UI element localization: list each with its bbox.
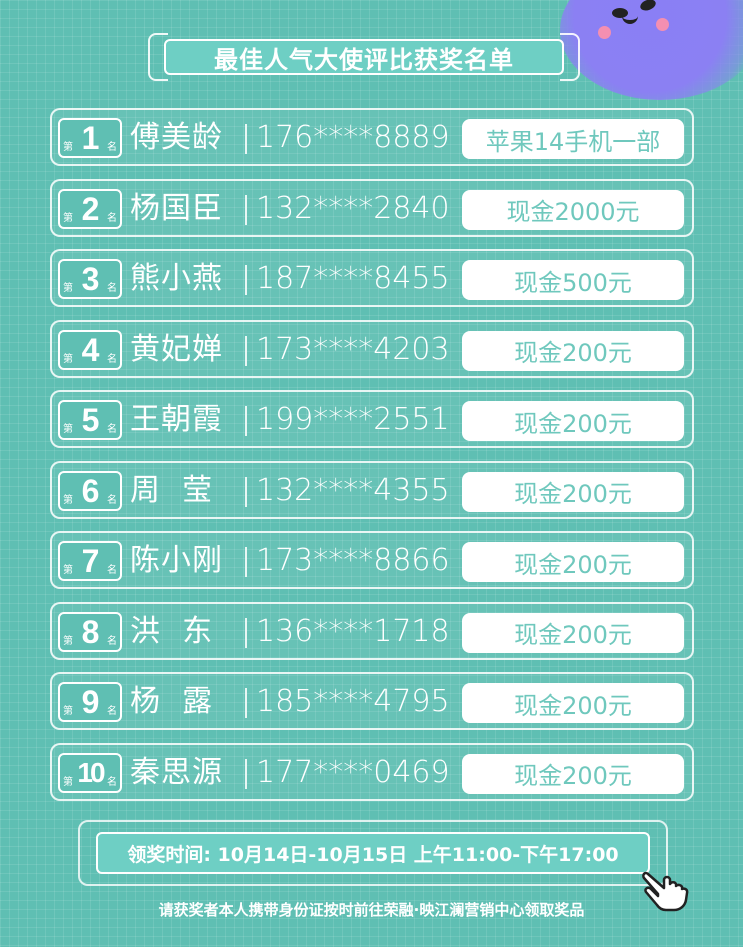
- winner-row: 第 7 名 陈小刚 173****8866 现金200元: [50, 531, 694, 589]
- rank-suffix: 名: [107, 776, 117, 788]
- rank-prefix: 第: [63, 494, 73, 506]
- winner-list: 第 1 名 傅美龄 176****8889 苹果14手机一部 第 2 名 杨国臣…: [50, 108, 694, 813]
- winner-row: 第 10 名 秦思源 177****0469 现金200元: [50, 742, 694, 801]
- rank-number: 2: [81, 190, 100, 227]
- rank-number: 7: [81, 543, 100, 579]
- rank-number: 5: [81, 402, 100, 438]
- winner-name: 熊小燕: [130, 261, 223, 296]
- rank-suffix: 名: [107, 424, 117, 435]
- winner-name: 王朝霞: [130, 402, 223, 437]
- rank-number: 3: [81, 261, 100, 297]
- winner-phone: 173****8866: [256, 543, 450, 578]
- prize-label: 现金500元: [462, 260, 684, 300]
- rank-suffix: 名: [107, 635, 117, 647]
- divider: [245, 476, 247, 507]
- divider: [245, 194, 247, 225]
- rank-suffix: 名: [107, 353, 117, 365]
- divider: [245, 617, 247, 648]
- page-title: 最佳人气大使评比获奖名单: [214, 45, 514, 74]
- winner-phone: 132****4355: [256, 472, 450, 508]
- divider: [245, 265, 247, 295]
- winner-name: 黄妃婵: [130, 331, 223, 367]
- rank-badge: 第 9 名: [58, 682, 122, 722]
- winner-phone: 176****8889: [256, 120, 450, 155]
- winner-row: 第 3 名 熊小燕 187****8455 现金500元: [50, 249, 694, 307]
- rank-badge: 第 3 名: [58, 259, 122, 299]
- winner-row: 第 5 名 王朝霞 199****2551 现金200元: [50, 390, 694, 448]
- rank-prefix: 第: [63, 635, 73, 647]
- winner-row: 第 1 名 傅美龄 176****8889 苹果14手机一部: [50, 108, 694, 166]
- divider: [245, 124, 247, 154]
- rank-badge: 第 4 名: [58, 329, 122, 370]
- rank-prefix: 第: [63, 706, 73, 717]
- claim-time-banner: 领奖时间: 10月14日-10月15日 上午11:00-下午17:00: [78, 820, 668, 886]
- notice-text: 请获奖者本人携带身份证按时前往荣融·映江澜营销中心领取奖品: [158, 901, 585, 919]
- rank-prefix: 第: [63, 142, 73, 153]
- mascot-face-icon: [560, 0, 743, 100]
- winner-phone: 173****4203: [256, 331, 450, 367]
- page-title-banner: 最佳人气大使评比获奖名单: [148, 33, 580, 81]
- divider: [245, 688, 247, 718]
- rank-suffix: 名: [107, 142, 117, 153]
- prize-label: 现金2000元: [462, 189, 684, 230]
- prize-label: 现金200元: [462, 612, 684, 653]
- rank-prefix: 第: [63, 283, 73, 294]
- rank-number: 10: [77, 756, 105, 788]
- prize-label: 苹果14手机一部: [462, 119, 684, 159]
- claim-time: 领奖时间: 10月14日-10月15日 上午11:00-下午17:00: [127, 843, 619, 866]
- winner-phone: 199****2551: [256, 402, 450, 437]
- rank-prefix: 第: [63, 776, 73, 788]
- rank-badge: 第 5 名: [58, 400, 122, 440]
- winner-phone: 136****1718: [256, 613, 450, 649]
- winner-name: 周 莹: [130, 472, 214, 508]
- prize-label: 现金200元: [462, 753, 684, 794]
- rank-number: 6: [81, 472, 100, 509]
- winner-phone: 132****2840: [256, 190, 450, 226]
- winner-phone: 185****4795: [256, 684, 450, 719]
- divider: [245, 547, 247, 577]
- rank-number: 8: [81, 613, 100, 650]
- rank-badge: 第 7 名: [58, 541, 122, 581]
- winner-phone: 177****0469: [256, 754, 450, 790]
- prize-label: 现金200元: [462, 683, 684, 723]
- rank-suffix: 名: [107, 494, 117, 506]
- rank-badge: 第 2 名: [58, 188, 122, 229]
- rank-number: 4: [81, 331, 100, 368]
- rank-badge: 第 1 名: [58, 118, 122, 158]
- winner-phone: 187****8455: [256, 261, 450, 296]
- rank-prefix: 第: [63, 424, 73, 435]
- winner-row: 第 9 名 杨 露 185****4795 现金200元: [50, 672, 694, 730]
- winner-row: 第 8 名 洪 东 136****1718 现金200元: [50, 601, 694, 660]
- winner-row: 第 6 名 周 莹 132****4355 现金200元: [50, 460, 694, 519]
- winner-row: 第 4 名 黄妃婵 173****4203 现金200元: [50, 319, 694, 378]
- prize-label: 现金200元: [462, 471, 684, 512]
- prize-label: 现金200元: [462, 330, 684, 371]
- rank-prefix: 第: [63, 353, 73, 365]
- divider: [245, 758, 247, 789]
- winner-name: 陈小刚: [130, 543, 223, 578]
- winner-name: 杨国臣: [130, 190, 223, 226]
- rank-badge: 第 6 名: [58, 470, 122, 511]
- winner-name: 傅美龄: [130, 120, 223, 155]
- rank-number: 1: [81, 120, 100, 156]
- rank-suffix: 名: [107, 565, 117, 576]
- rank-suffix: 名: [107, 706, 117, 717]
- winner-name: 杨 露: [130, 684, 214, 719]
- rank-prefix: 第: [63, 212, 73, 224]
- rank-suffix: 名: [107, 283, 117, 294]
- prize-label: 现金200元: [462, 401, 684, 441]
- winner-row: 第 2 名 杨国臣 132****2840 现金2000元: [50, 178, 694, 237]
- rank-badge: 第 10 名: [58, 752, 122, 793]
- rank-badge: 第 8 名: [58, 611, 122, 652]
- rank-prefix: 第: [63, 565, 73, 576]
- rank-suffix: 名: [107, 212, 117, 224]
- winner-name: 秦思源: [130, 754, 223, 790]
- divider: [245, 335, 247, 366]
- winner-name: 洪 东: [130, 613, 214, 649]
- divider: [245, 406, 247, 436]
- rank-number: 9: [81, 684, 100, 720]
- prize-label: 现金200元: [462, 542, 684, 582]
